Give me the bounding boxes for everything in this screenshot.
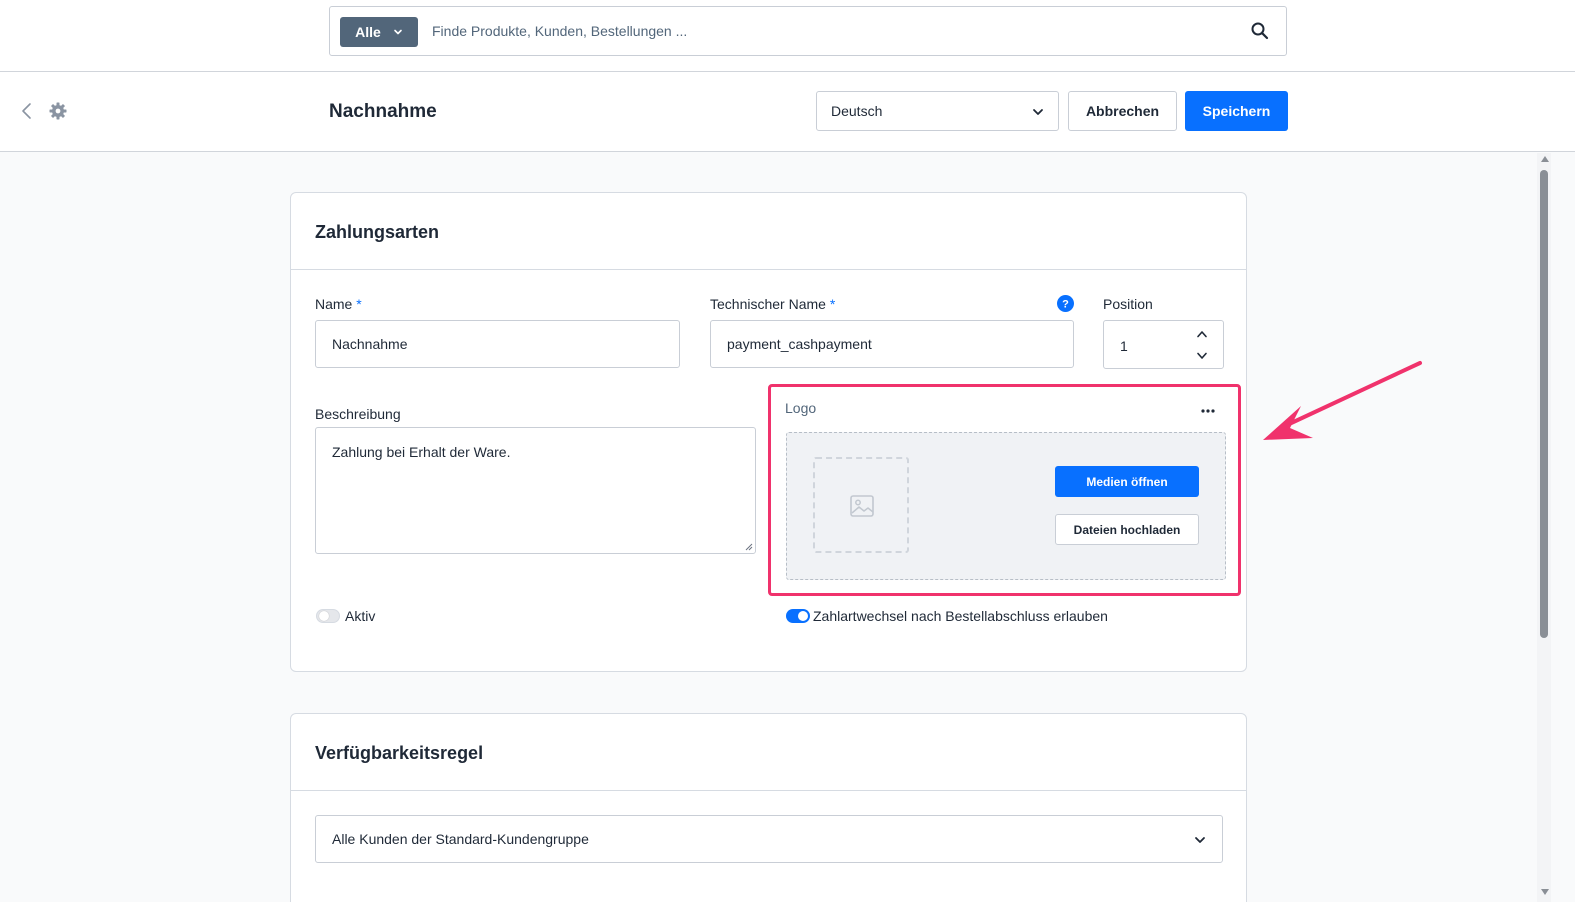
search-icon[interactable] [1250,21,1270,41]
chevron-down-icon [394,29,402,35]
position-input[interactable]: 1 [1103,320,1224,369]
top-bar: Alle Finde Produkte, Kunden, Bestellunge… [0,0,1575,72]
technical-name-label-text: Technischer Name [710,296,826,312]
search-input[interactable]: Finde Produkte, Kunden, Bestellungen ... [432,23,687,39]
chevron-down-icon[interactable] [1196,352,1208,360]
resize-handle-icon[interactable] [745,543,753,551]
description-value: Zahlung bei Erhalt der Ware. [332,444,511,460]
position-value: 1 [1120,338,1128,354]
chevron-up-icon[interactable] [1196,330,1208,338]
availability-rule-value: Alle Kunden der Standard-Kundengruppe [332,831,589,847]
allow-payment-change-toggle[interactable] [786,609,810,623]
toggle-knob [319,611,329,621]
toggle-knob [798,611,808,621]
name-input[interactable]: Nachnahme [315,320,680,368]
gear-icon[interactable] [48,101,68,121]
scroll-down-arrow-icon[interactable] [1540,888,1550,896]
description-label: Beschreibung [315,406,401,422]
language-select-value: Deutsch [831,103,883,119]
chevron-down-icon [1195,837,1205,843]
scrollbar-thumb[interactable] [1540,170,1548,638]
availability-rule-card-title: Verfügbarkeitsregel [291,714,1246,791]
availability-rule-card: Verfügbarkeitsregel [290,713,1247,902]
arrow-annotation [1263,361,1422,440]
technical-name-input[interactable]: payment_cashpayment [710,320,1074,368]
active-toggle[interactable] [316,609,340,623]
cancel-button[interactable]: Abbrechen [1068,91,1177,131]
search-scope-label: Alle [355,24,381,40]
scroll-up-arrow-icon[interactable] [1540,155,1550,163]
back-icon[interactable] [20,102,34,120]
payment-methods-card-title: Zahlungsarten [291,193,1246,270]
chevron-down-icon [1033,109,1043,115]
position-label: Position [1103,296,1153,312]
required-marker: * [356,296,362,312]
availability-rule-select[interactable]: Alle Kunden der Standard-Kundengruppe [315,815,1223,863]
help-icon-glyph: ? [1062,299,1069,311]
name-label-text: Name [315,296,353,312]
language-select[interactable]: Deutsch [816,91,1059,131]
save-button[interactable]: Speichern [1185,91,1288,131]
help-icon[interactable]: ? [1057,295,1074,312]
search-scope-button[interactable]: Alle [340,17,418,47]
active-label: Aktiv [345,608,376,624]
required-marker: * [829,296,836,312]
page-title: Nachnahme [329,101,437,122]
allow-payment-change-label: Zahlartwechsel nach Bestellabschluss erl… [813,608,1108,624]
global-search: Alle Finde Produkte, Kunden, Bestellunge… [329,6,1287,56]
description-textarea[interactable]: Zahlung bei Erhalt der Ware. [315,427,756,554]
technical-name-label: Technischer Name * [710,296,835,312]
name-label: Name * [315,296,362,312]
highlight-box [768,384,1241,596]
page-header: Nachnahme Deutsch Abbrechen Speichern [0,72,1575,152]
